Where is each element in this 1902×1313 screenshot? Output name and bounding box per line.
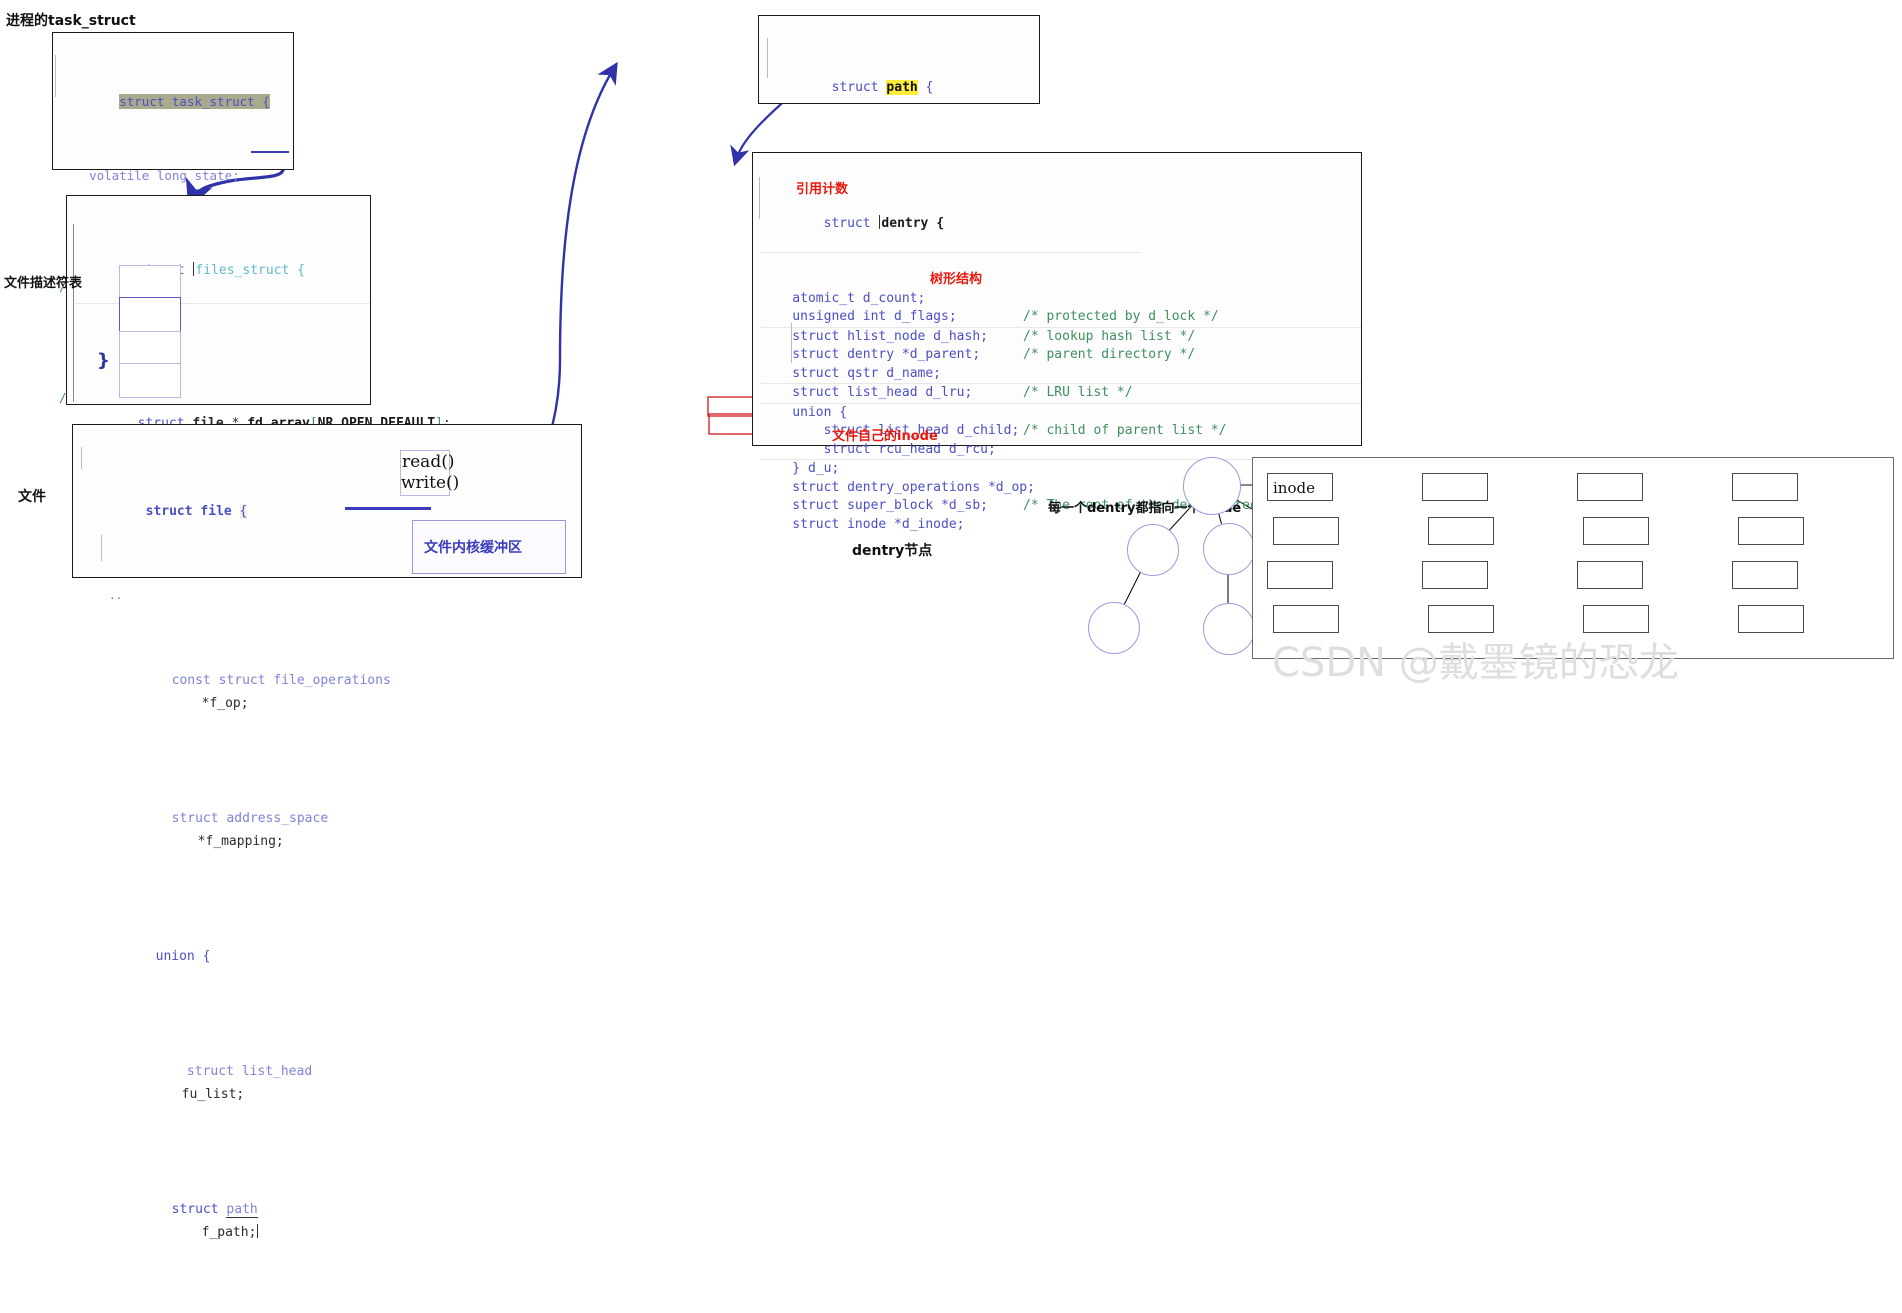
- dentry-row: atomic_t d_count;: [761, 290, 1361, 309]
- dentry-tree-node: [1127, 524, 1179, 576]
- struct-file-line-0: const struct file_operations *f_op;: [171, 673, 391, 711]
- inode-cell: [1732, 473, 1798, 501]
- inode-cell: [1583, 517, 1649, 545]
- file-op-write: write(): [401, 473, 460, 493]
- dentry-row-comment: /* LRU list */: [1023, 385, 1133, 400]
- dentry-row-code: union {: [761, 404, 848, 420]
- dentry-row-code: atomic_t d_count;: [761, 290, 926, 306]
- dentry-node-label: dentry节点: [852, 543, 933, 559]
- fd-cell-1: [119, 297, 181, 333]
- inode-cell: [1273, 517, 1339, 545]
- dentry-row: unsigned int d_flags; /* protected by d_l…: [761, 308, 1361, 328]
- struct-path-gutter: [767, 38, 768, 78]
- dentry-row-comment: /* child of parent list */: [1023, 423, 1227, 438]
- inode-cell: [1583, 605, 1649, 633]
- inode-cell: [1428, 605, 1494, 633]
- dentry-tree-node: [1203, 603, 1255, 655]
- struct-path-title: struct path {: [831, 80, 934, 95]
- dentry-row: struct list_head d_lru; /* LRU list */: [761, 384, 1361, 404]
- csdn-watermark: CSDN @戴墨镜的恐龙: [1272, 640, 1679, 686]
- fmapping-underline: [345, 507, 431, 510]
- struct-file-line-3: struct list_head fu_list;: [155, 1064, 313, 1102]
- inode-cell: [1738, 605, 1804, 633]
- diagram-canvas: 进程的task_struct struct task_struct { vola…: [0, 0, 1902, 1240]
- fd-array-brace: }: [97, 350, 110, 371]
- inode-cell: [1267, 561, 1333, 589]
- dentry-tree-node: [1203, 523, 1255, 575]
- dentry-row-code: } d_u;: [761, 461, 840, 476]
- inode-cell: [1422, 561, 1488, 589]
- struct-file-ellipsis: ..: [109, 589, 123, 602]
- annotation-tree-structure: 树形结构: [930, 272, 983, 287]
- dentry-row: union {: [761, 404, 1361, 423]
- union-gutter: [101, 535, 102, 561]
- files-struct-box: struct files_struct { struct file * fd_a…: [66, 195, 451, 431]
- inode-cell: [1732, 561, 1798, 589]
- dentry-row-code: struct super_block *d_sb;: [761, 498, 988, 513]
- task-struct-gutter: [55, 55, 56, 97]
- dentry-row: struct dentry *d_parent; /* parent direct…: [761, 346, 1361, 365]
- annotation-own-inode: 文件自己的inode: [832, 429, 938, 444]
- dentry-row-comment: /* parent directory */: [1023, 347, 1196, 362]
- fd-table-caption: 文件描述符表: [4, 276, 83, 291]
- dentry-row: struct qstr d_name;: [761, 365, 1361, 384]
- dentry-row-comment: /* protected by d_lock */: [1023, 309, 1219, 324]
- dentry-row-code: struct hlist_node d_hash;: [761, 328, 988, 344]
- dentry-tree-edge: [1123, 571, 1142, 605]
- struct-file-gutter: [81, 447, 82, 469]
- dentry-row-code: struct inode *d_inode;: [761, 516, 965, 532]
- dentry-gutter: [759, 177, 760, 219]
- struct-file-line-2: union {: [155, 949, 211, 964]
- inode-cell: [1577, 473, 1643, 501]
- dentry-title: struct dentry {: [761, 196, 1141, 253]
- dentry-row: struct hlist_node d_hash; /* lookup hash …: [761, 328, 1361, 347]
- dentry-row-code: unsigned int d_flags;: [761, 309, 957, 324]
- annotation-ref-count: 引用计数: [796, 182, 849, 197]
- dentry-row-code: struct list_head d_lru;: [761, 385, 973, 400]
- inode-cell: [1273, 605, 1339, 633]
- files-struct-gutter: [73, 224, 74, 402]
- struct-file-line-1: struct address_space *f_mapping;: [171, 811, 329, 849]
- fd-cell-2: [119, 331, 181, 365]
- file-caption: 文件: [18, 489, 46, 505]
- dentry-row-code: struct dentry_operations *d_op;: [761, 479, 1035, 495]
- dentry-row-code: struct qstr d_name;: [761, 365, 942, 381]
- struct-file-line-4: struct path f_path;: [171, 1202, 259, 1240]
- files-underline: [251, 151, 289, 153]
- task-struct-title: struct task_struct {: [119, 93, 270, 109]
- dentry-row-comment: /* lookup hash list */: [1023, 328, 1196, 344]
- inode-cell: [1577, 561, 1643, 589]
- inode-cell: [1422, 473, 1488, 501]
- inode-cell-label: inode: [1273, 479, 1315, 497]
- task-struct-box: struct task_struct { volatile long state…: [52, 32, 353, 479]
- dentry-row-code: struct dentry *d_parent;: [761, 347, 981, 362]
- task-struct-caption: 进程的task_struct: [6, 13, 136, 29]
- struct-path-box: struct path { struct vfsmount *mnt; stru…: [758, 15, 1040, 285]
- kernel-buffer-label: 文件内核缓冲区: [424, 540, 522, 556]
- task-struct-line-0: volatile long state;: [59, 167, 240, 183]
- inode-cell: [1738, 517, 1804, 545]
- dentry-union-gutter: [791, 323, 792, 363]
- dentry-tree-node: [1088, 602, 1140, 654]
- dentry-tree-node: [1183, 457, 1241, 515]
- inode-cell: [1428, 517, 1494, 545]
- file-op-read: read(): [402, 452, 455, 472]
- fd-cell-3: [119, 363, 181, 398]
- fd-cell-0: [119, 265, 181, 299]
